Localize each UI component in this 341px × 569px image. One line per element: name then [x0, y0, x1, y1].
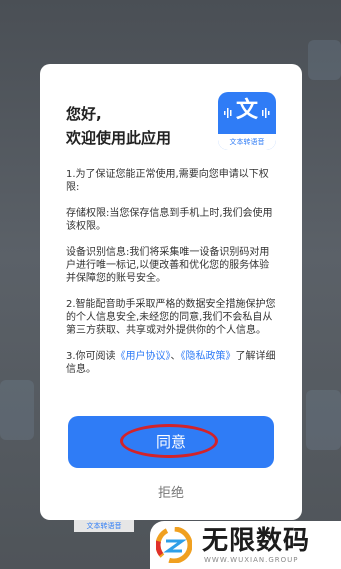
- agree-button-label: 同意: [155, 433, 186, 451]
- user-agreement-link[interactable]: 《用户协议》: [116, 351, 171, 362]
- policy-text: 1.为了保证您能正常使用,需要向您申请以下权限: 存储权限:当您保存信息到手机上…: [66, 168, 278, 389]
- background-decoration: [306, 390, 341, 450]
- agree-button[interactable]: 同意: [68, 416, 274, 468]
- greeting-line-welcome: 欢迎使用此应用: [66, 129, 172, 147]
- watermark-subtitle: WWW.WUXIAN.GROUP: [204, 556, 299, 564]
- watermark: 无限数码 WWW.WUXIAN.GROUP: [150, 521, 341, 569]
- greeting-line-hello: 您好,: [66, 105, 102, 123]
- refuse-button[interactable]: 拒绝: [40, 482, 302, 501]
- policy-storage-permission: 存储权限:当您保存信息到手机上时,我们会使用该权限。: [66, 208, 273, 232]
- wuxian-logo-icon: [156, 527, 192, 563]
- read-more-prefix: 3.你可阅读: [66, 351, 116, 362]
- policy-item-security: 2.智能配音助手采取严格的数据安全措施保护您的个人信息安全,未经您的同意,我们不…: [66, 299, 276, 336]
- app-icon-caption: 文本转语音: [218, 134, 276, 150]
- link-separator: 、: [170, 351, 181, 362]
- greeting: 您好, 欢迎使用此应用: [66, 102, 171, 150]
- watermark-title: 无限数码: [202, 526, 311, 556]
- background-app-caption: 文本转语音: [74, 520, 134, 532]
- policy-device-id: 设备识别信息:我们将采集唯一设备识别码对用户进行唯一标记,以便改善和优化您的服务…: [66, 247, 270, 284]
- policy-item-permissions: 1.为了保证您能正常使用,需要向您申请以下权限:: [66, 169, 269, 193]
- background-decoration: [0, 380, 34, 440]
- sound-wave-icon: [262, 108, 270, 118]
- background-decoration: [308, 40, 341, 80]
- privacy-policy-link[interactable]: 《隐私政策》: [181, 351, 236, 362]
- app-icon: 文 文本转语音: [218, 92, 276, 150]
- policy-item-read-more: 3.你可阅读《用户协议》、《隐私政策》了解详细信息。: [66, 350, 278, 376]
- permission-dialog: 您好, 欢迎使用此应用 文 文本转语音 1.为了保证您能正常使用,需要向您申请以…: [40, 64, 302, 520]
